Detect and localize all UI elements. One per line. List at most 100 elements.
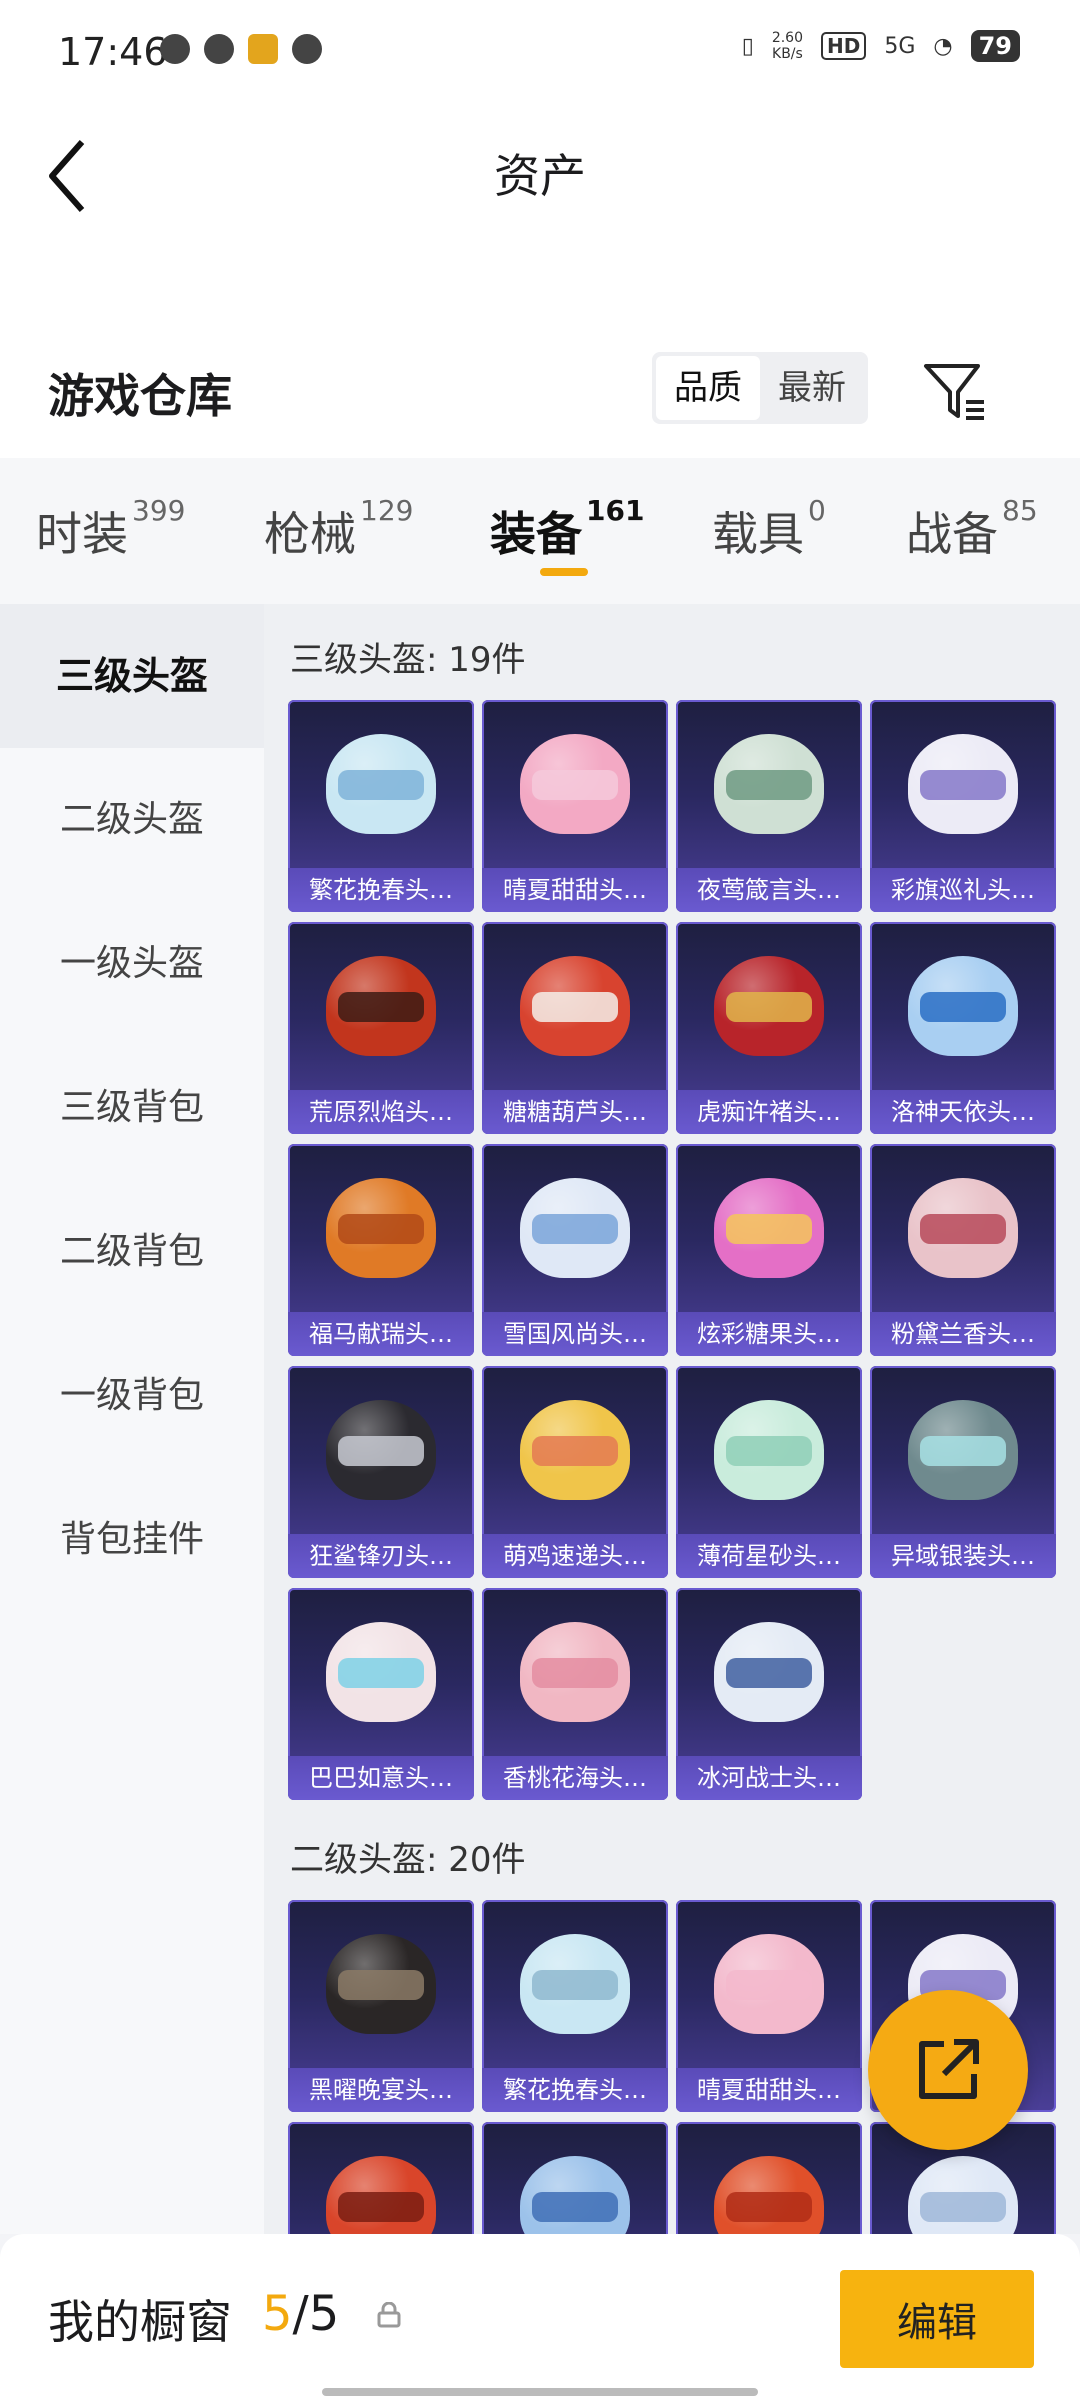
item-card[interactable]: 萌鸡速递头… [482, 1366, 668, 1578]
notification-icons [160, 34, 322, 64]
warehouse-bar: 游戏仓库 品质 最新 [0, 328, 1080, 458]
edit-button[interactable]: 编辑 [840, 2270, 1034, 2368]
item-name: 异域银装头… [870, 1534, 1056, 1578]
item-card[interactable] [482, 2122, 668, 2234]
sidebar-item-backpack-charm[interactable]: 背包挂件 [0, 1468, 264, 1612]
sidebar-item-level1-helmet[interactable]: 一级头盔 [0, 892, 264, 1036]
showcase-count-separator: / [292, 2286, 309, 2342]
helmet-visor [338, 1658, 424, 1688]
item-card[interactable]: 福马献瑞头… [288, 1144, 474, 1356]
item-card[interactable]: 虎痴许褚头… [676, 922, 862, 1134]
helmet-visor [726, 992, 812, 1022]
item-card[interactable] [288, 2122, 474, 2234]
showcase-count-total: 5 [308, 2286, 340, 2342]
helmet-visor [726, 1970, 812, 2000]
item-name: 荒原烈焰头… [288, 1090, 474, 1134]
item-name: 香桃花海头… [482, 1756, 668, 1800]
item-card[interactable]: 异域银装头… [870, 1366, 1056, 1578]
item-name: 洛神天依头… [870, 1090, 1056, 1134]
share-float-button[interactable] [868, 1990, 1028, 2150]
helmet-visor [920, 1214, 1006, 1244]
battery-indicator: 79 [970, 30, 1020, 62]
item-name: 雪国风尚头… [482, 1312, 668, 1356]
item-card[interactable]: 炫彩糖果头… [676, 1144, 862, 1356]
item-name: 狂鲨锋刃头… [288, 1534, 474, 1578]
helmet-visor [920, 2192, 1006, 2222]
showcase-count: 5/5 [262, 2286, 339, 2342]
sidebar-item-level2-backpack[interactable]: 二级背包 [0, 1180, 264, 1324]
helmet-visor [338, 1970, 424, 2000]
item-card[interactable]: 巴巴如意头… [288, 1588, 474, 1800]
sidebar-item-level3-helmet[interactable]: 三级头盔 [0, 604, 264, 748]
app-notification-icon [160, 34, 190, 64]
item-card[interactable]: 粉黛兰香头… [870, 1144, 1056, 1356]
helmet-visor [338, 1214, 424, 1244]
filter-button[interactable] [922, 358, 988, 424]
active-tab-indicator [540, 568, 588, 576]
warehouse-title: 游戏仓库 [48, 369, 232, 423]
item-card[interactable]: 黑曜晚宴头… [288, 1900, 474, 2112]
tab-count: 399 [132, 494, 186, 527]
tab-label: 载具 [712, 507, 804, 561]
lock-icon [377, 2302, 401, 2328]
vibrate-icon: ▯ [741, 33, 754, 59]
helmet-visor [338, 1436, 424, 1466]
tab-fashion[interactable]: 时装 399 [36, 494, 185, 564]
item-card[interactable]: 薄荷星砂头… [676, 1366, 862, 1578]
item-card[interactable]: 糖糖葫芦头… [482, 922, 668, 1134]
tab-count: 85 [1002, 494, 1038, 527]
item-name: 繁花挽春头… [288, 868, 474, 912]
item-card[interactable]: 洛神天依头… [870, 922, 1056, 1134]
sort-latest-button[interactable]: 最新 [760, 356, 864, 420]
filter-icon [924, 364, 984, 420]
item-grid-area: 三级头盔: 19件 二级头盔: 20件 繁花挽春头… 晴夏甜甜头… 夜莺箴言头… 彩旗… [264, 604, 1080, 2234]
helmet-visor [338, 2192, 424, 2222]
net-speed-unit: KB/s [772, 46, 803, 62]
helmet-visor [726, 770, 812, 800]
sidebar-item-level2-helmet[interactable]: 二级头盔 [0, 748, 264, 892]
sidebar-item-level3-backpack[interactable]: 三级背包 [0, 1036, 264, 1180]
item-name: 虎痴许褚头… [676, 1090, 862, 1134]
showcase-label: 我的橱窗 [48, 2295, 232, 2349]
item-name: 糖糖葫芦头… [482, 1090, 668, 1134]
item-card[interactable]: 彩旗巡礼头… [870, 700, 1056, 912]
helmet-visor [532, 992, 618, 1022]
category-tabs: 时装 399 枪械 129 装备 161 载具 0 战备 85 [0, 458, 1080, 604]
signal-icon: 5G [884, 33, 916, 59]
item-card[interactable]: 晴夏甜甜头… [676, 1900, 862, 2112]
item-card[interactable] [676, 2122, 862, 2234]
tab-equipment[interactable]: 装备 161 [490, 494, 644, 564]
helmet-visor [920, 770, 1006, 800]
item-name: 彩旗巡礼头… [870, 868, 1056, 912]
item-card[interactable]: 香桃花海头… [482, 1588, 668, 1800]
item-name: 炫彩糖果头… [676, 1312, 862, 1356]
showcase-count-current: 5 [262, 2286, 293, 2342]
status-right: ▯ 2.60 KB/s HD 5G ◔ 79 [742, 30, 1020, 62]
app-notification-icon [292, 34, 322, 64]
item-card[interactable]: 繁花挽春头… [288, 700, 474, 912]
tab-weapons[interactable]: 枪械 129 [264, 494, 413, 564]
item-card[interactable]: 狂鲨锋刃头… [288, 1366, 474, 1578]
app-icon [248, 34, 278, 64]
item-card[interactable]: 雪国风尚头… [482, 1144, 668, 1356]
home-indicator[interactable] [322, 2388, 758, 2396]
item-name: 福马献瑞头… [288, 1312, 474, 1356]
tab-label: 装备 [490, 507, 582, 561]
sidebar-item-level1-backpack[interactable]: 一级背包 [0, 1324, 264, 1468]
status-bar: 17:46 ▯ 2.60 KB/s HD 5G ◔ 79 [0, 0, 1080, 108]
sort-quality-button[interactable]: 品质 [656, 356, 760, 420]
item-card[interactable]: 繁花挽春头… [482, 1900, 668, 2112]
item-name: 巴巴如意头… [288, 1756, 474, 1800]
helmet-visor [532, 1436, 618, 1466]
item-card[interactable]: 夜莺箴言头… [676, 700, 862, 912]
tab-supplies[interactable]: 战备 85 [906, 494, 1038, 564]
item-card[interactable]: 晴夏甜甜头… [482, 700, 668, 912]
item-card[interactable]: 冰河战士头… [676, 1588, 862, 1800]
sort-toggle: 品质 最新 [652, 352, 868, 424]
status-time: 17:46 [58, 30, 168, 74]
item-card[interactable]: 荒原烈焰头… [288, 922, 474, 1134]
section-title: 三级头盔: 19件 [290, 640, 526, 680]
showcase-bar: 我的橱窗 5/5 编辑 [0, 2234, 1080, 2400]
message-icon [204, 34, 234, 64]
tab-vehicles[interactable]: 载具 0 [712, 494, 826, 564]
